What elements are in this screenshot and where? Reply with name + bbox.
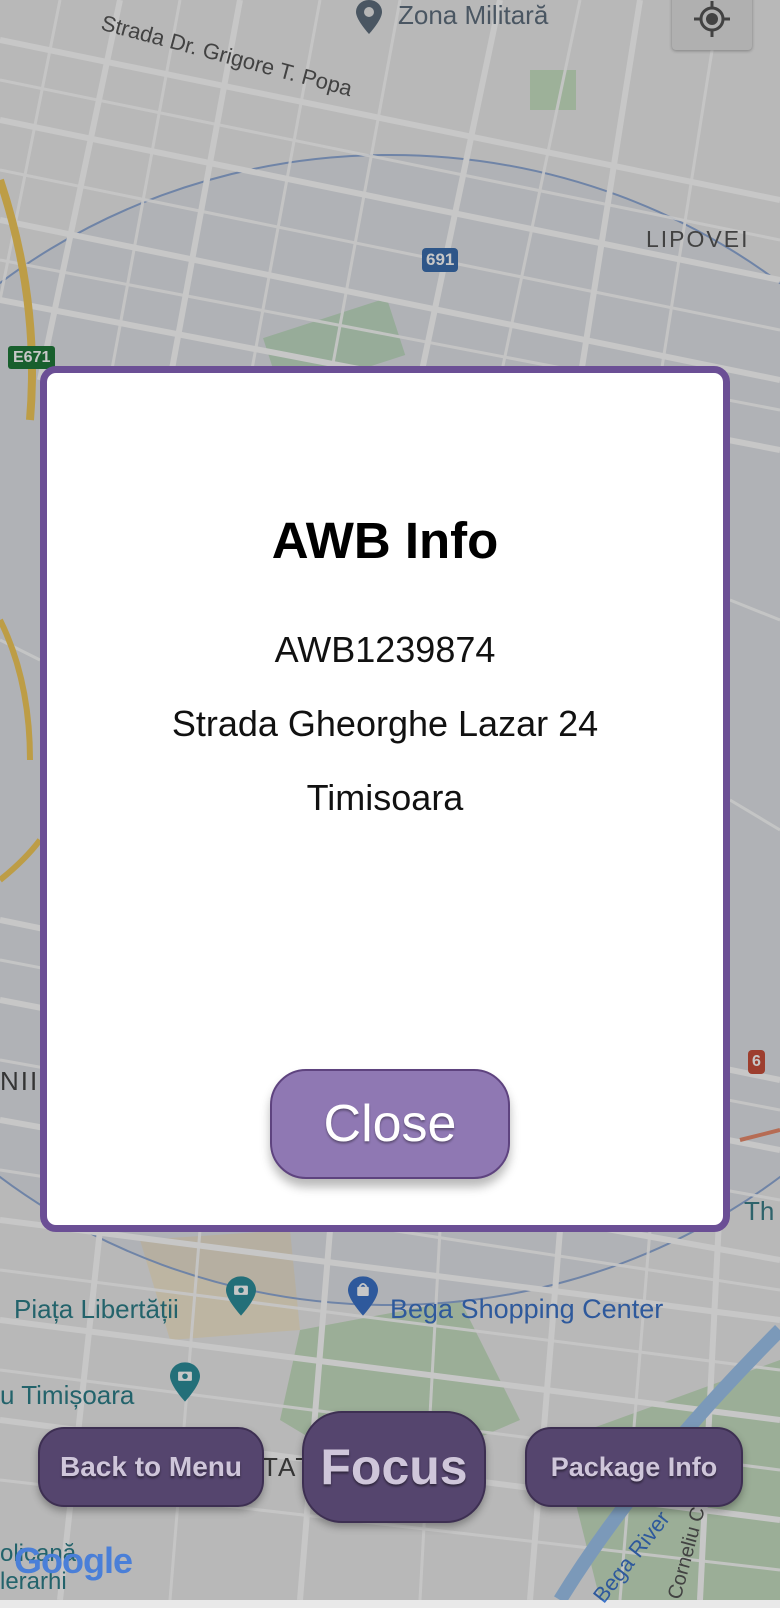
google-logo: Google (14, 1540, 133, 1581)
partial-label-right: Th (744, 1196, 775, 1226)
back-to-menu-button[interactable]: Back to Menu (38, 1427, 264, 1507)
package-info-button[interactable]: Package Info (525, 1427, 743, 1507)
poi-label-piata-libertatii[interactable]: Piața Libertății (14, 1294, 179, 1325)
awb-info-dialog: AWB Info AWB1239874 Strada Gheorghe Laza… (40, 366, 730, 1232)
focus-button[interactable]: Focus (302, 1411, 486, 1523)
partial-label-left: NII (0, 1066, 40, 1096)
map-pin-icon[interactable] (356, 0, 382, 34)
poi-label-bega-shopping[interactable]: Bega Shopping Center (390, 1294, 663, 1325)
road-shield-691: 691 (422, 248, 459, 272)
my-location-button[interactable] (672, 0, 752, 50)
close-button[interactable]: Close (270, 1069, 510, 1179)
dialog-title: AWB Info (271, 512, 499, 569)
road-shield-e671: E671 (8, 346, 56, 369)
my-location-icon (694, 1, 730, 37)
district-label-lipovei: LIPOVEI (646, 226, 750, 252)
shopping-bag-pin-icon[interactable] (348, 1276, 378, 1316)
awb-number: AWB1239874 (274, 629, 496, 670)
poi-label-timisoara[interactable]: u Timișoara (0, 1380, 134, 1411)
camera-pin-icon[interactable] (226, 1276, 256, 1316)
camera-pin-icon-2[interactable] (170, 1362, 200, 1402)
awb-city: Timisoara (306, 777, 464, 818)
awb-address: Strada Gheorghe Lazar 24 (171, 703, 599, 744)
road-shield-6: 6 (748, 1050, 765, 1074)
poi-label-zona-militara[interactable]: Zona Militară (398, 0, 548, 31)
